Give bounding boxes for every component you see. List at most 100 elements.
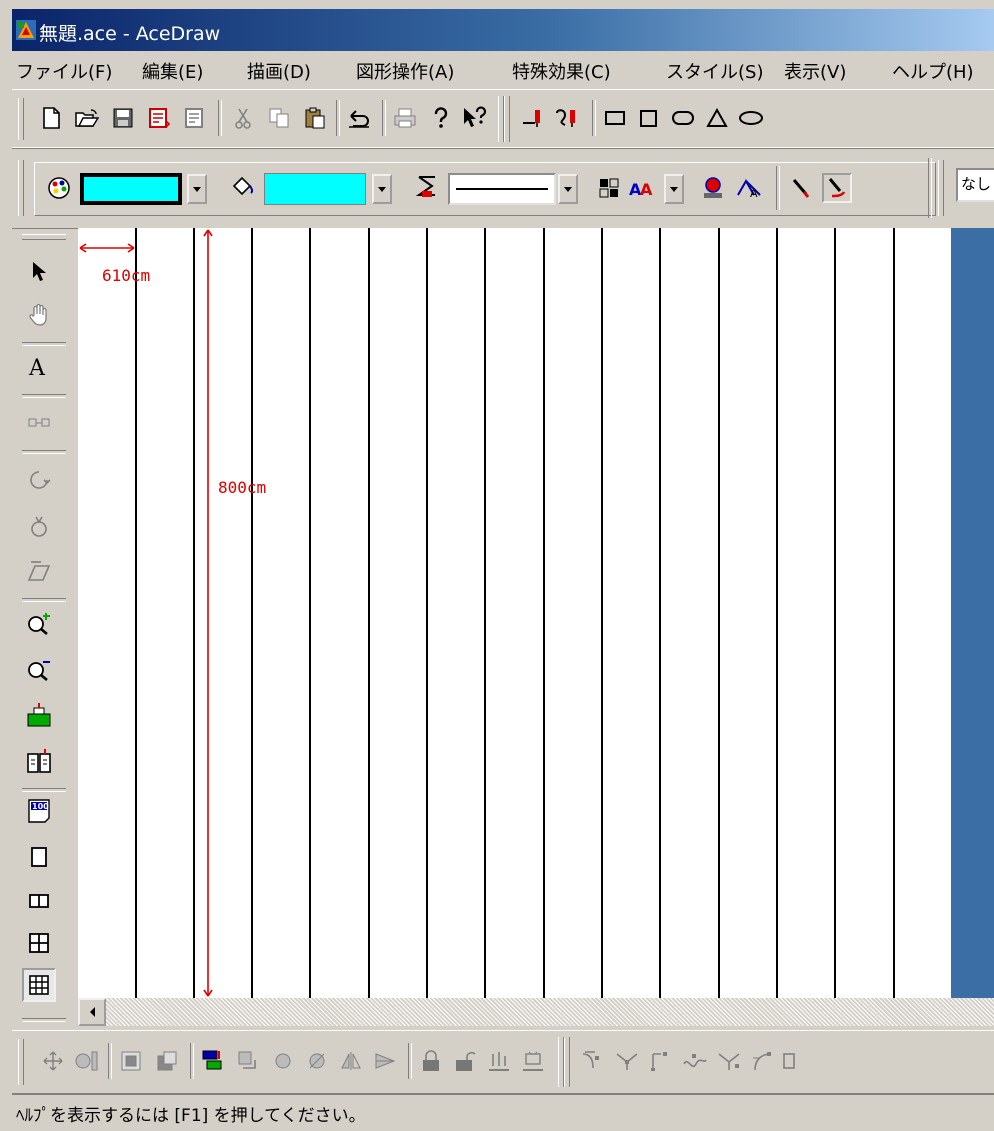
pen-down-icon[interactable] — [518, 103, 548, 133]
hand-icon[interactable] — [22, 298, 56, 332]
fit-width-icon[interactable] — [22, 744, 56, 778]
toolbar-grip[interactable] — [504, 96, 510, 142]
toolbar-separator — [408, 1043, 412, 1079]
move-icon[interactable] — [38, 1046, 68, 1076]
import-icon[interactable] — [144, 103, 174, 133]
cut-icon[interactable] — [228, 103, 258, 133]
page-double-icon[interactable] — [22, 884, 56, 918]
app-icon[interactable] — [16, 20, 36, 40]
node-edit-1-icon[interactable] — [578, 1046, 608, 1076]
menu-help[interactable]: ヘルプ(H) — [892, 58, 974, 84]
rectangle-icon[interactable] — [600, 103, 630, 133]
select-arrow-icon[interactable] — [22, 254, 56, 288]
save-icon[interactable] — [108, 103, 138, 133]
menu-bar: ファイル(F) 編集(E) 描画(D) 図形操作(A) 特殊効果(C) スタイル… — [12, 51, 994, 89]
text-effect-dropdown[interactable] — [664, 174, 684, 204]
palette-grip[interactable] — [22, 234, 66, 240]
toolbar-grip[interactable] — [564, 1037, 570, 1087]
line-style-icon[interactable] — [412, 173, 442, 203]
rotate-left-icon[interactable] — [234, 1046, 264, 1076]
new-icon[interactable] — [36, 103, 66, 133]
help-icon[interactable] — [426, 103, 456, 133]
group-icon[interactable] — [484, 1046, 514, 1076]
menu-special-effects[interactable]: 特殊効果(C) — [512, 58, 611, 84]
scroll-left-button[interactable] — [78, 998, 106, 1026]
back-icon[interactable] — [152, 1046, 182, 1076]
toolbar-grip[interactable] — [18, 1039, 24, 1085]
toolbar-grip[interactable] — [18, 160, 24, 216]
ungroup-icon[interactable] — [518, 1046, 548, 1076]
fit-page-icon[interactable] — [22, 698, 56, 732]
rotate-icon[interactable] — [22, 464, 56, 498]
align-icon[interactable] — [72, 1046, 102, 1076]
node-edit-6-icon[interactable] — [748, 1046, 778, 1076]
width-dimension-arrow — [79, 243, 135, 253]
copy-icon[interactable] — [264, 103, 294, 133]
ellipse-icon[interactable] — [736, 103, 766, 133]
line-color-palette-icon[interactable] — [44, 173, 74, 203]
open-icon[interactable] — [72, 103, 102, 133]
page-quad-icon[interactable] — [22, 926, 56, 960]
node-edit-5-icon[interactable] — [714, 1046, 744, 1076]
grid-icon[interactable] — [22, 968, 56, 1002]
order-icon[interactable] — [198, 1046, 228, 1076]
node-edit-4-icon[interactable] — [680, 1046, 710, 1076]
menu-file[interactable]: ファイル(F) — [16, 58, 112, 84]
drawing-canvas[interactable]: 610cm 800cm — [78, 228, 951, 998]
flip-diagonal-icon[interactable] — [370, 1046, 400, 1076]
window-title: 無題.ace - AceDraw — [39, 23, 221, 45]
menu-view[interactable]: 表示(V) — [784, 58, 846, 84]
menu-draw[interactable]: 描画(D) — [247, 58, 311, 84]
menu-shape-operations[interactable]: 図形操作(A) — [356, 58, 454, 84]
node-edit-7-icon[interactable] — [780, 1046, 798, 1076]
grid-column-line — [135, 228, 137, 998]
paste-icon[interactable] — [300, 103, 330, 133]
context-help-icon[interactable] — [460, 103, 490, 133]
toolbar-grip[interactable] — [18, 98, 24, 140]
spin-icon[interactable] — [22, 510, 56, 544]
fill-color-dropdown[interactable] — [372, 174, 392, 204]
triangle-icon[interactable] — [702, 103, 732, 133]
font-select[interactable]: なし — [956, 168, 994, 202]
square-icon[interactable] — [634, 103, 664, 133]
fill-color-swatch[interactable] — [264, 173, 366, 205]
horizontal-scrollbar[interactable] — [78, 998, 994, 1026]
export-icon[interactable] — [180, 103, 210, 133]
eyedropper-icon[interactable] — [786, 173, 816, 203]
title-bar[interactable]: 無題.ace - AceDraw — [12, 9, 994, 51]
zoom-in-icon[interactable] — [22, 606, 56, 640]
shadow-icon[interactable] — [698, 173, 728, 203]
gradient-text-icon[interactable]: A — [734, 173, 764, 203]
menu-style[interactable]: スタイル(S) — [666, 58, 763, 84]
text-tool-icon[interactable]: A — [22, 350, 56, 384]
line-color-dropdown[interactable] — [187, 174, 207, 204]
skew-icon[interactable] — [22, 554, 56, 588]
print-icon[interactable] — [390, 103, 420, 133]
flip-vertical-icon[interactable] — [302, 1046, 332, 1076]
fill-bucket-icon[interactable] — [228, 173, 258, 203]
flip-horizontal-icon[interactable] — [336, 1046, 366, 1076]
zoom-out-icon[interactable] — [22, 652, 56, 686]
line-style-select[interactable] — [448, 173, 556, 205]
line-style-dropdown[interactable] — [558, 174, 578, 204]
toolbar-separator — [776, 166, 780, 210]
connector-icon[interactable] — [22, 406, 56, 440]
toolbar-grip[interactable] — [938, 160, 944, 216]
text-effect-icon[interactable]: AA — [626, 173, 656, 203]
node-edit-2-icon[interactable] — [612, 1046, 642, 1076]
pen-curve-icon[interactable] — [552, 103, 582, 133]
rounded-rect-icon[interactable] — [668, 103, 698, 133]
menu-edit[interactable]: 編集(E) — [142, 58, 203, 84]
style-copy-icon[interactable] — [822, 173, 852, 203]
zoom-100-icon[interactable]: 100 — [22, 794, 56, 828]
line-color-swatch[interactable] — [80, 173, 182, 205]
undo-icon[interactable] — [344, 103, 374, 133]
page-single-icon[interactable] — [22, 840, 56, 874]
node-edit-3-icon[interactable] — [646, 1046, 676, 1076]
rotate-right-icon[interactable] — [268, 1046, 298, 1076]
pattern-icon[interactable] — [594, 173, 624, 203]
toolbar-separator — [592, 100, 596, 136]
lock-icon[interactable] — [416, 1046, 446, 1076]
front-icon[interactable] — [116, 1046, 146, 1076]
unlock-icon[interactable] — [450, 1046, 480, 1076]
